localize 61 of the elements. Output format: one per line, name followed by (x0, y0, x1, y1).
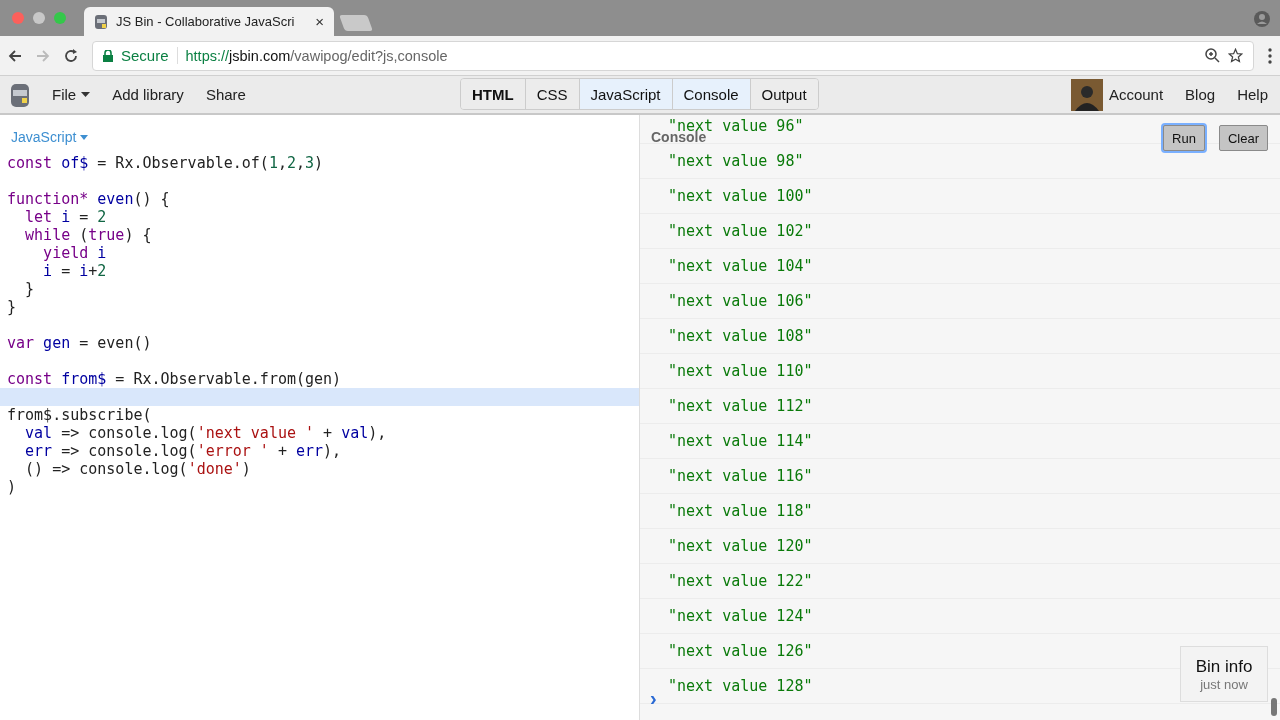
prompt-icon[interactable]: › (650, 687, 657, 710)
robot-icon (94, 13, 108, 30)
console-button[interactable]: Clear (1218, 125, 1268, 151)
menu-item[interactable]: File (52, 86, 91, 103)
console-entry: "next value 102" (640, 214, 1280, 249)
panel-tab[interactable]: Output (749, 79, 818, 109)
caret-icon (80, 134, 89, 140)
code-line: () => console.log('done') (24, 460, 251, 478)
code-line: yield i (42, 244, 107, 262)
menu-item[interactable]: Share (205, 86, 246, 103)
profile-icon[interactable] (1254, 11, 1270, 27)
menu-item[interactable]: Add library (112, 86, 184, 103)
console-entry: "next value 100" (640, 179, 1280, 214)
lock-icon (103, 49, 113, 62)
code-line: ) (6, 478, 17, 496)
reload-icon[interactable] (64, 48, 78, 63)
code-line: i = i+2 (42, 262, 107, 280)
nav-link[interactable]: Help (1237, 86, 1268, 103)
bin-info-title: Bin info (1195, 656, 1253, 677)
panel-tab[interactable]: Console (671, 79, 750, 109)
code-line: } (24, 280, 35, 298)
tab-title: JS Bin - Collaborative JavaScri (116, 14, 296, 29)
star-icon[interactable] (1228, 48, 1243, 63)
panel-tab[interactable]: JavaScript (578, 79, 672, 109)
code-line: } (6, 298, 17, 316)
console-entry: "next value 110" (640, 354, 1280, 389)
console-entry: "next value 122" (640, 564, 1280, 599)
more-icon[interactable] (1268, 47, 1272, 64)
console-entry: "next value 124" (640, 599, 1280, 634)
code-line: function* even() { (6, 190, 170, 208)
language-selector[interactable]: JavaScript (11, 127, 89, 147)
console-entry: "next value 120" (640, 529, 1280, 564)
console-entry: "next value 108" (640, 319, 1280, 354)
close-tab-button[interactable]: × (315, 13, 324, 30)
console-entry: "next value 106" (640, 284, 1280, 319)
code-line: val => console.log('next value ' + val), (24, 424, 387, 442)
console-button[interactable]: Run (1163, 125, 1205, 151)
account-link[interactable]: Account (1108, 86, 1164, 103)
zoom-icon[interactable] (1205, 48, 1220, 63)
robot-logo-icon[interactable] (10, 81, 30, 108)
console-entry: "next value 116" (640, 459, 1280, 494)
console-entry: "next value 112" (640, 389, 1280, 424)
code-line: let i = 2 (24, 208, 107, 226)
console-entry: "next value 118" (640, 494, 1280, 529)
bin-info-time: just now (1200, 676, 1248, 692)
url-text[interactable]: https://jsbin.com/vawipog/edit?js,console (185, 47, 1197, 64)
nav-link[interactable]: Blog (1185, 86, 1216, 103)
scrollbar[interactable] (1271, 698, 1277, 716)
secure-label: Secure (121, 47, 178, 64)
console-entry: "next value 114" (640, 424, 1280, 459)
bin-info-panel[interactable]: Bin info just now (1180, 646, 1268, 702)
back-icon[interactable] (8, 48, 22, 63)
console-entry: "next value 104" (640, 249, 1280, 284)
avatar-icon[interactable] (1070, 78, 1103, 111)
code-line: from$.subscribe( (6, 406, 152, 424)
code-line: while (true) { (24, 226, 152, 244)
code-line: const of$ = Rx.Observable.of(1,2,3) (6, 154, 324, 172)
browser-tab[interactable]: JS Bin - Collaborative JavaScri × (84, 7, 334, 36)
code-line: err => console.log('error ' + err), (24, 442, 342, 460)
code-line: var gen = even() (6, 334, 152, 352)
code-line: const from$ = Rx.Observable.from(gen) (6, 370, 342, 388)
